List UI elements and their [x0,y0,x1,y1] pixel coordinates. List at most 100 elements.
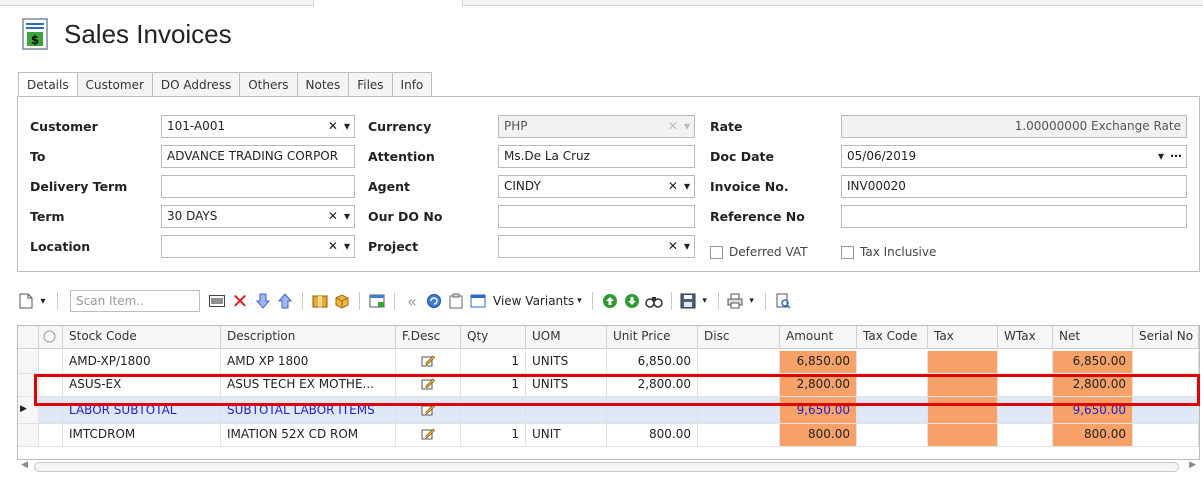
scan-item-input[interactable]: Scan Item.. [70,290,200,312]
cell-tax[interactable] [928,424,998,447]
tab-others[interactable]: Others [240,72,298,97]
cell-amount[interactable]: 6,850.00 [780,351,857,374]
cell-unit-price[interactable]: 800.00 [607,424,698,447]
tab-info[interactable]: Info [392,72,433,97]
col-stock-code[interactable]: Stock Code [63,326,221,349]
chevron-down-icon[interactable]: ▾ [698,289,712,313]
new-icon[interactable] [17,289,35,313]
tax-inclusive-checkbox[interactable]: Tax Inclusive [841,245,936,259]
cell-description[interactable]: AMD XP 1800 [221,351,396,374]
clear-icon[interactable]: ✕ [328,239,338,253]
col-description[interactable]: Description [221,326,396,349]
currency-field[interactable]: PHP ✕ ▾ [498,115,695,138]
table-row[interactable]: IMTCDROM IMATION 52X CD ROM 1 UNIT 800.0… [18,424,1199,447]
col-disc[interactable]: Disc [698,326,780,349]
cell-tax-code[interactable] [857,424,928,447]
view-variants-button[interactable]: View Variants ▾ [489,289,586,313]
refresh-icon[interactable] [423,289,445,313]
tab-customer[interactable]: Customer [77,72,153,97]
cell-wtax[interactable] [998,351,1053,374]
rate-field[interactable]: 1.00000000 Exchange Rate [841,115,1187,138]
move-down-icon[interactable] [252,289,274,313]
cell-net[interactable]: 800.00 [1053,424,1133,447]
box-icon[interactable] [331,289,353,313]
chevron-down-icon[interactable]: ▾ [684,239,690,253]
col-fdesc[interactable]: F.Desc [396,326,461,349]
clear-icon[interactable]: ✕ [328,119,338,133]
checkbox-icon[interactable] [710,245,723,259]
reference-no-field[interactable] [841,205,1187,228]
col-serial-no[interactable]: Serial No [1133,326,1199,349]
cell-qty[interactable]: 1 [461,351,526,374]
row-select-cell[interactable] [39,351,63,374]
tab-files[interactable]: Files [349,72,393,97]
edit-note-icon[interactable] [396,351,461,374]
cell-unit-price[interactable]: 6,850.00 [607,351,698,374]
cell-net[interactable]: 6,850.00 [1053,351,1133,374]
invoice-no-field[interactable]: INV00020 [841,175,1187,198]
cell-disc[interactable] [698,424,780,447]
location-field[interactable]: ✕ ▾ [161,235,355,258]
cell-serial-no[interactable] [1133,351,1199,374]
col-amount[interactable]: Amount [780,326,857,349]
col-unit-price[interactable]: Unit Price [607,326,698,349]
cell-uom[interactable]: UNITS [526,351,607,374]
checkbox-icon[interactable] [841,245,854,259]
to-field[interactable]: ADVANCE TRADING CORPOR [161,145,355,168]
tab-do-address[interactable]: DO Address [152,72,241,97]
up-circle-icon[interactable] [599,289,621,313]
print-icon[interactable] [725,289,745,313]
cell-description[interactable]: IMATION 52X CD ROM [221,424,396,447]
cell-uom[interactable]: UNIT [526,424,607,447]
col-wtax[interactable]: WTax [998,326,1053,349]
chevron-down-icon[interactable]: ▾ [745,289,759,313]
document-icon[interactable] [445,289,467,313]
window-icon[interactable] [467,289,489,313]
clear-icon[interactable]: ✕ [668,179,678,193]
agent-field[interactable]: CINDY ✕ ▾ [498,175,695,198]
ellipsis-icon[interactable]: ⋯ [1170,149,1182,163]
select-all-radio-icon[interactable] [39,326,63,349]
cell-serial-no[interactable] [1133,424,1199,447]
chevron-down-icon[interactable]: ▾ [344,119,350,133]
col-net[interactable]: Net [1053,326,1133,349]
clear-icon[interactable]: ✕ [668,239,678,253]
edit-note-icon[interactable] [396,424,461,447]
cell-disc[interactable] [698,351,780,374]
tab-details[interactable]: Details [18,72,78,98]
cell-tax[interactable] [928,351,998,374]
barcode-icon[interactable] [206,289,228,313]
cell-amount[interactable]: 800.00 [780,424,857,447]
col-tax[interactable]: Tax [928,326,998,349]
doc-date-field[interactable]: 05/06/2019 ▾ ⋯ [841,145,1187,168]
spreadsheet-icon[interactable] [366,289,388,313]
project-field[interactable]: ✕ ▾ [498,235,695,258]
customer-field[interactable]: 101-A001 ✕ ▾ [161,115,355,138]
attention-field[interactable]: Ms.De La Cruz [498,145,695,168]
back-icon[interactable]: « [401,289,423,313]
clear-icon[interactable]: ✕ [328,209,338,223]
binoculars-icon[interactable] [643,289,665,313]
cell-tax-code[interactable] [857,351,928,374]
deferred-vat-checkbox[interactable]: Deferred VAT [710,245,808,259]
our-do-no-field[interactable] [498,205,695,228]
cell-wtax[interactable] [998,424,1053,447]
horizontal-scrollbar[interactable]: ◀ ▶ [17,459,1200,477]
cell-stock-code[interactable]: IMTCDROM [63,424,221,447]
table-row[interactable]: AMD-XP/1800 AMD XP 1800 1 UNITS 6,850.00… [18,351,1199,374]
term-field[interactable]: 30 DAYS ✕ ▾ [161,205,355,228]
scroll-left-icon[interactable]: ◀ [21,460,28,470]
tab-notes[interactable]: Notes [297,72,350,97]
move-up-icon[interactable] [274,289,296,313]
package-icon[interactable] [309,289,331,313]
cell-qty[interactable]: 1 [461,424,526,447]
chevron-down-icon[interactable]: ▾ [35,289,51,313]
down-circle-icon[interactable] [621,289,643,313]
chevron-down-icon[interactable]: ▾ [344,239,350,253]
row-select-cell[interactable] [39,424,63,447]
scroll-thumb[interactable] [34,462,1179,472]
delivery-term-field[interactable] [161,175,355,198]
chevron-down-icon[interactable]: ▾ [684,179,690,193]
col-qty[interactable]: Qty [461,326,526,349]
cell-stock-code[interactable]: AMD-XP/1800 [63,351,221,374]
